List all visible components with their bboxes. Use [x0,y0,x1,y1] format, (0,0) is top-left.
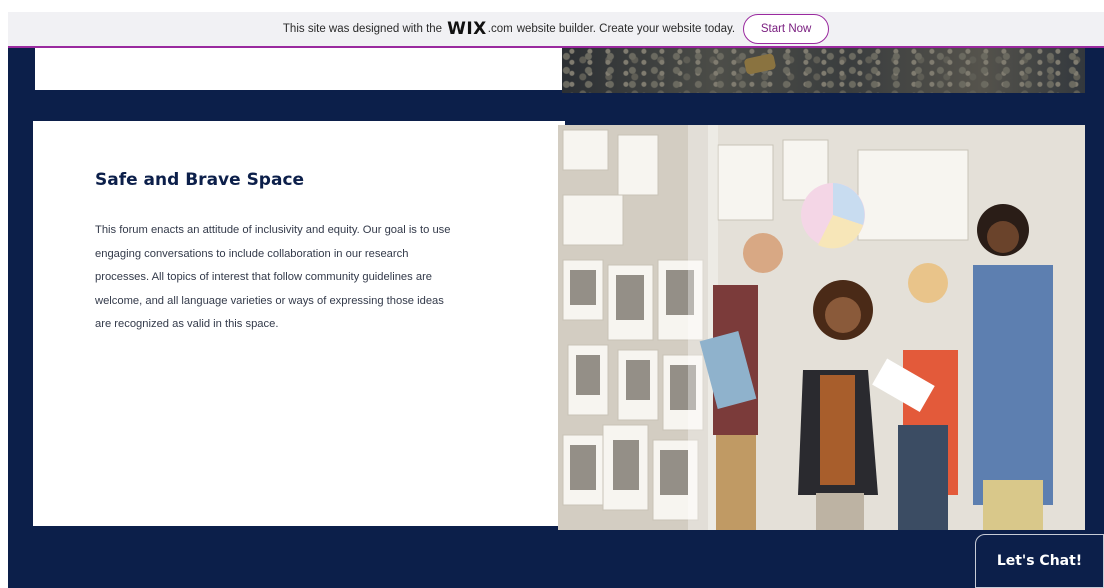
team-photo-illustration [558,125,1085,530]
previous-image-detail [743,53,777,75]
banner-text-before: This site was designed with the [282,23,443,35]
wix-banner: This site was designed with the WIX .com… [8,12,1104,48]
wix-logo-suffix: .com [487,23,513,35]
previous-section-image [562,48,1085,93]
wix-logo: WIX [447,19,487,39]
section-body: This forum enacts an attitude of inclusi… [95,224,451,330]
team-photo [558,125,1085,530]
lets-chat-button[interactable]: Let's Chat! [975,534,1104,588]
site-content: Safe and Brave Space This forum enacts a… [8,48,1104,588]
banner-text-after: website builder. Create your website tod… [516,23,736,35]
section-title: Safe and Brave Space [95,170,305,190]
previous-section-card [35,48,562,90]
start-now-button[interactable]: Start Now [743,14,830,44]
